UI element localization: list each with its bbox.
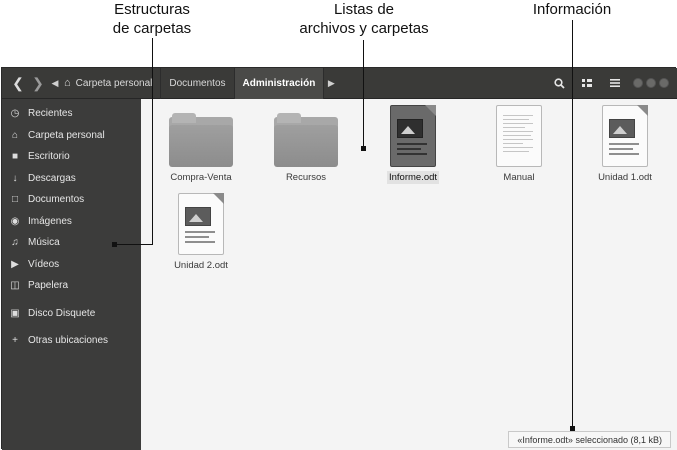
files-callout-dot: [361, 146, 366, 151]
status-bar: «Informe.odt» seleccionado (8,1 kB): [508, 431, 671, 448]
file-item-unidad-2[interactable]: Unidad 2.odt: [153, 193, 249, 271]
sidebar-annotation-line2: de carpetas: [112, 20, 192, 37]
file-name: Informe.odt: [386, 171, 440, 184]
info-callout-dot: [570, 426, 575, 431]
files-annotation-line2: archivos y carpetas: [299, 20, 429, 37]
sidebar-annotation-line1: Estructuras: [114, 1, 190, 18]
sidebar-item-otras-ubicaciones[interactable]: + Otras ubicaciones: [2, 330, 141, 352]
sidebar-item-label: Disco Disquete: [28, 307, 96, 319]
sidebar-item-label: Documentos: [28, 194, 85, 206]
sidebar-item-label: Carpeta personal: [28, 129, 105, 141]
search-icon: [553, 77, 565, 89]
sidebar-item-label: Vídeos: [28, 258, 60, 270]
file-list: Compra-Venta Recursos Informe.odt Manual…: [141, 99, 677, 450]
minimize-button[interactable]: [633, 78, 643, 88]
sidebar-item-label: Imágenes: [28, 215, 72, 227]
folder-icon: [169, 113, 233, 169]
breadcrumb-scroll-right[interactable]: ▶: [324, 78, 338, 89]
floppy-disk-icon: ▣: [10, 307, 20, 319]
headerbar: ❮ ❯ ◀ ⌂ Carpeta personal Documentos Admi…: [2, 67, 677, 99]
forward-button[interactable]: ❯: [28, 68, 48, 99]
files-callout-line: [363, 40, 364, 148]
trash-icon: ◫: [10, 280, 20, 292]
sidebar-item-label: Música: [28, 237, 60, 249]
file-item-informe[interactable]: Informe.odt: [365, 105, 461, 184]
sidebar-item-recientes[interactable]: ◷ Recientes: [2, 103, 141, 125]
sidebar: ◷ Recientes ⌂ Carpeta personal ■ Escrito…: [2, 99, 141, 450]
odt-document-icon: [387, 105, 439, 169]
breadcrumb-home-label: Carpeta personal: [75, 77, 153, 89]
file-name: Unidad 2.odt: [174, 260, 228, 271]
file-item-compra-venta[interactable]: Compra-Venta: [153, 113, 249, 183]
sidebar-item-label: Escritorio: [28, 151, 70, 163]
video-icon: ▶: [11, 258, 19, 270]
file-item-manual[interactable]: Manual: [471, 105, 567, 183]
sidebar-item-label: Recientes: [28, 108, 73, 120]
document-icon: □: [11, 194, 19, 206]
breadcrumb-administracion[interactable]: Administración: [234, 67, 325, 99]
menu-button[interactable]: [601, 68, 629, 99]
sidebar-item-papelera[interactable]: ◫ Papelera: [2, 275, 141, 297]
desktop-folder-icon: ■: [11, 151, 19, 163]
file-manager-window: ❮ ❯ ◀ ⌂ Carpeta personal Documentos Admi…: [1, 67, 677, 450]
home-icon: ⌂: [11, 129, 19, 141]
breadcrumb: ⌂ Carpeta personal Documentos Administra…: [62, 67, 325, 99]
music-icon: ♫: [11, 237, 19, 249]
file-name: Recursos: [285, 172, 327, 183]
text-document-icon: [493, 105, 545, 169]
breadcrumb-scroll-left[interactable]: ◀: [48, 78, 62, 89]
sidebar-item-label: Papelera: [28, 280, 69, 292]
file-item-recursos[interactable]: Recursos: [258, 113, 354, 183]
chevron-left-icon: ❮: [12, 74, 24, 91]
folder-icon: [274, 113, 338, 169]
file-name: Unidad 1.odt: [598, 172, 652, 183]
sidebar-item-musica[interactable]: ♫ Música: [2, 232, 141, 254]
home-icon: ⌂: [64, 77, 71, 89]
chevron-right-icon: ❯: [32, 74, 44, 91]
breadcrumb-home[interactable]: ⌂ Carpeta personal: [62, 67, 162, 99]
camera-icon: ◉: [10, 215, 20, 227]
hamburger-menu-icon: [610, 79, 620, 87]
files-annotation-line1: Listas de: [333, 1, 395, 18]
sidebar-item-documentos[interactable]: □ Documentos: [2, 189, 141, 211]
sidebar-item-videos[interactable]: ▶ Vídeos: [2, 254, 141, 276]
sidebar-item-imagenes[interactable]: ◉ Imágenes: [2, 211, 141, 233]
sidebar-item-carpeta-personal[interactable]: ⌂ Carpeta personal: [2, 125, 141, 147]
clock-icon: ◷: [10, 108, 20, 120]
info-annotation: Información: [532, 1, 612, 18]
sidebar-callout-dot: [112, 242, 117, 247]
info-callout-line: [572, 20, 573, 428]
view-toggle-button[interactable]: [573, 68, 601, 99]
sidebar-item-disco-disquete[interactable]: ▣ Disco Disquete: [2, 303, 141, 325]
file-item-unidad-1[interactable]: Unidad 1.odt: [577, 105, 673, 183]
files-annotation: Listas de archivos y carpetas: [294, 0, 434, 38]
file-name: Compra-Venta: [170, 172, 232, 183]
sidebar-item-label: Otras ubicaciones: [28, 335, 109, 347]
odt-document-icon: [175, 193, 227, 257]
sidebar-callout-line: [152, 38, 153, 245]
maximize-button[interactable]: [646, 78, 656, 88]
close-button[interactable]: [659, 78, 669, 88]
sidebar-item-escritorio[interactable]: ■ Escritorio: [2, 146, 141, 168]
search-button[interactable]: [545, 68, 573, 99]
file-name: Manual: [503, 172, 535, 183]
plus-icon: +: [12, 335, 18, 347]
download-icon: ↓: [12, 172, 18, 184]
back-button[interactable]: ❮: [8, 68, 28, 99]
breadcrumb-documentos[interactable]: Documentos: [161, 67, 235, 99]
odt-document-icon: [599, 105, 651, 169]
grid-view-icon: [582, 79, 592, 87]
sidebar-callout-line: [116, 244, 153, 245]
sidebar-item-descargas[interactable]: ↓ Descargas: [2, 168, 141, 190]
sidebar-annotation: Estructuras de carpetas: [104, 0, 200, 38]
window-controls: [633, 78, 669, 88]
sidebar-item-label: Descargas: [28, 172, 76, 184]
